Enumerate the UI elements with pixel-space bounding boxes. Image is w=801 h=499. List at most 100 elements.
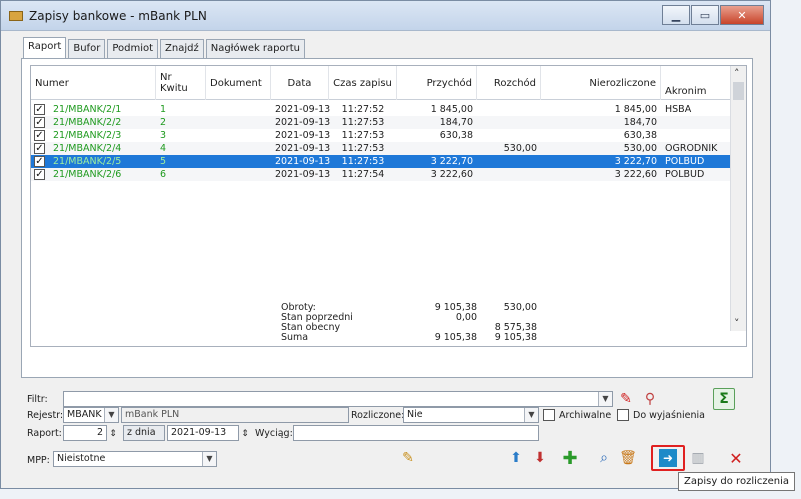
rozliczone-select[interactable]: Nie ▼ [403,407,539,423]
filter-constructor-icon[interactable]: ⚲ [639,388,661,410]
cell-data: 2021-09-13 [275,104,331,115]
rejestr-label: Rejestr: [27,410,64,421]
vertical-scroll-thumb[interactable] [733,82,744,100]
table-row[interactable]: ✓ 21/MBANK/2/2 2 2021-09-13 11:27:53 184,70 18… [31,116,731,129]
do-wyjasnienia-label: Do wyjaśnienia [633,410,705,421]
payment-icon[interactable]: ✎ [397,447,419,469]
add-icon[interactable]: ✚ [559,447,581,469]
cell-czas: 11:27:53 [341,130,385,141]
cell-przychod: 184,70 [439,117,473,128]
cell-rozchod [477,129,541,142]
mpp-label: MPP: [27,455,50,466]
chevron-down-icon[interactable]: ▼ [524,408,538,422]
row-checkbox[interactable]: ✓ [34,130,45,141]
row-checkbox[interactable]: ✓ [34,169,45,180]
cell-nierozliczone: 530,00 [623,143,657,154]
row-checkbox[interactable]: ✓ [34,156,45,167]
chevron-down-icon[interactable]: ▼ [202,452,216,466]
cell-data: 2021-09-13 [275,117,331,128]
cell-czas: 11:27:52 [341,104,385,115]
tab-podmiot[interactable]: Podmiot [107,39,159,58]
chevron-down-icon[interactable]: ▼ [598,392,612,406]
scroll-up-icon[interactable]: ˄ [734,67,740,80]
cell-dokument [206,103,271,116]
cell-przychod: 3 222,70 [430,156,473,167]
archiwalne-label: Archiwalne [559,410,612,421]
cell-przychod: 3 222,60 [430,169,473,180]
minimize-button[interactable]: ▁ [662,5,690,25]
wyciag-label: Wyciąg: [255,428,293,439]
tab-bufor[interactable]: Bufor [68,39,106,58]
chevron-down-icon[interactable]: ▼ [104,408,118,422]
vertical-scrollbar[interactable]: ˄ ˅ [730,66,746,331]
cell-nierozliczone: 3 222,70 [614,156,657,167]
col-akronim[interactable]: Akronim [661,66,731,100]
cell-rozchod [477,155,541,168]
export-icon[interactable]: ⬆ [505,447,527,469]
grid-header: Numer Nr Kwitu Dokument Data Czas zapisu… [31,66,731,100]
cell-akronim: POLBUD [665,156,705,167]
cell-czas: 11:27:53 [341,143,385,154]
close-icon[interactable]: ✕ [725,447,747,469]
raport-label: Raport: [27,428,62,439]
table-row[interactable]: ✓ 21/MBANK/2/6 6 2021-09-13 11:27:54 3 222,60… [31,168,731,181]
close-button[interactable]: ✕ [720,5,764,25]
raport-number-input[interactable]: 2 [63,425,107,441]
cell-kwit: 4 [160,143,167,154]
cell-czas: 11:27:53 [341,117,385,128]
cell-kwit: 6 [160,169,167,180]
scroll-down-icon[interactable]: ˅ [734,317,740,330]
table-row[interactable]: ✓ 21/MBANK/2/3 3 2021-09-13 11:27:53 630,38 63… [31,129,731,142]
cell-nierozliczone: 3 222,60 [614,169,657,180]
cell-akronim: HSBA [665,104,692,115]
cell-nierozliczone: 630,38 [623,130,657,141]
settle-entries-button[interactable]: ➜ [651,445,685,471]
import-icon[interactable]: ⬇ [529,447,551,469]
row-checkbox[interactable]: ✓ [34,117,45,128]
row-checkbox[interactable]: ✓ [34,143,45,154]
rejestr-value: MBANK [67,409,102,420]
clear-filter-icon[interactable]: ✎ [615,388,637,410]
cell-numer: 21/MBANK/2/5 [53,156,122,167]
stan-poprzedni-value: 0,00 [455,312,477,323]
filtr-input[interactable]: ▼ [63,391,613,407]
col-nr-kwitu[interactable]: Nr Kwitu [156,66,206,100]
row-checkbox[interactable]: ✓ [34,104,45,115]
cell-rozchod: 530,00 [503,143,537,154]
search-icon[interactable]: ⌕ [593,447,615,469]
col-przychod[interactable]: Przychód [397,66,477,100]
cell-dokument [206,142,271,155]
titlebar: Zapisy bankowe - mBank PLN ▁ ▭ ✕ [1,1,770,31]
col-czas-zapisu[interactable]: Czas zapisu [329,66,397,100]
cell-nierozliczone: 184,70 [623,117,657,128]
table-row[interactable]: ✓ 21/MBANK/2/5 5 2021-09-13 11:27:53 3 222,70… [31,155,731,168]
table-row[interactable]: ✓ 21/MBANK/2/1 1 2021-09-13 11:27:52 1 845,00… [31,103,731,116]
cell-kwit: 3 [160,130,167,141]
do-wyjasnienia-checkbox[interactable] [617,409,629,421]
date-spinner-icon[interactable]: ⇕ [239,423,251,445]
maximize-button[interactable]: ▭ [691,5,719,25]
col-numer[interactable]: Numer [31,66,156,100]
tab-raport[interactable]: Raport [23,37,67,58]
mpp-select[interactable]: Nieistotne ▼ [53,451,217,467]
col-nierozliczone[interactable]: Nierozliczone [541,66,661,100]
cell-dokument [206,168,271,181]
z-dnia-input[interactable]: 2021-09-13 [167,425,239,441]
rejestr-select[interactable]: MBANK ▼ [63,407,119,423]
table-row[interactable]: ✓ 21/MBANK/2/4 4 2021-09-13 11:27:53 530,00 53… [31,142,731,155]
cell-akronim: OGRODNIK [665,143,718,154]
tab-znajdz[interactable]: Znajdź [160,39,204,58]
raport-spinner-icon[interactable]: ⇕ [107,423,119,445]
delete-icon[interactable]: 🗑 [617,447,639,469]
col-dokument[interactable]: Dokument [206,66,271,100]
col-data[interactable]: Data [271,66,329,100]
archiwalne-checkbox[interactable] [543,409,555,421]
sum-icon[interactable]: Σ [713,388,735,410]
cell-przychod: 630,38 [439,130,473,141]
tab-naglowek-raportu[interactable]: Nagłówek raportu [205,39,306,58]
wyciag-input[interactable] [293,425,539,441]
col-rozchod[interactable]: Rozchód [477,66,541,100]
columns-icon[interactable]: ▥ [687,447,709,469]
z-dnia-button[interactable]: z dnia [123,425,165,441]
suma-rozchod: 9 105,38 [494,332,537,343]
